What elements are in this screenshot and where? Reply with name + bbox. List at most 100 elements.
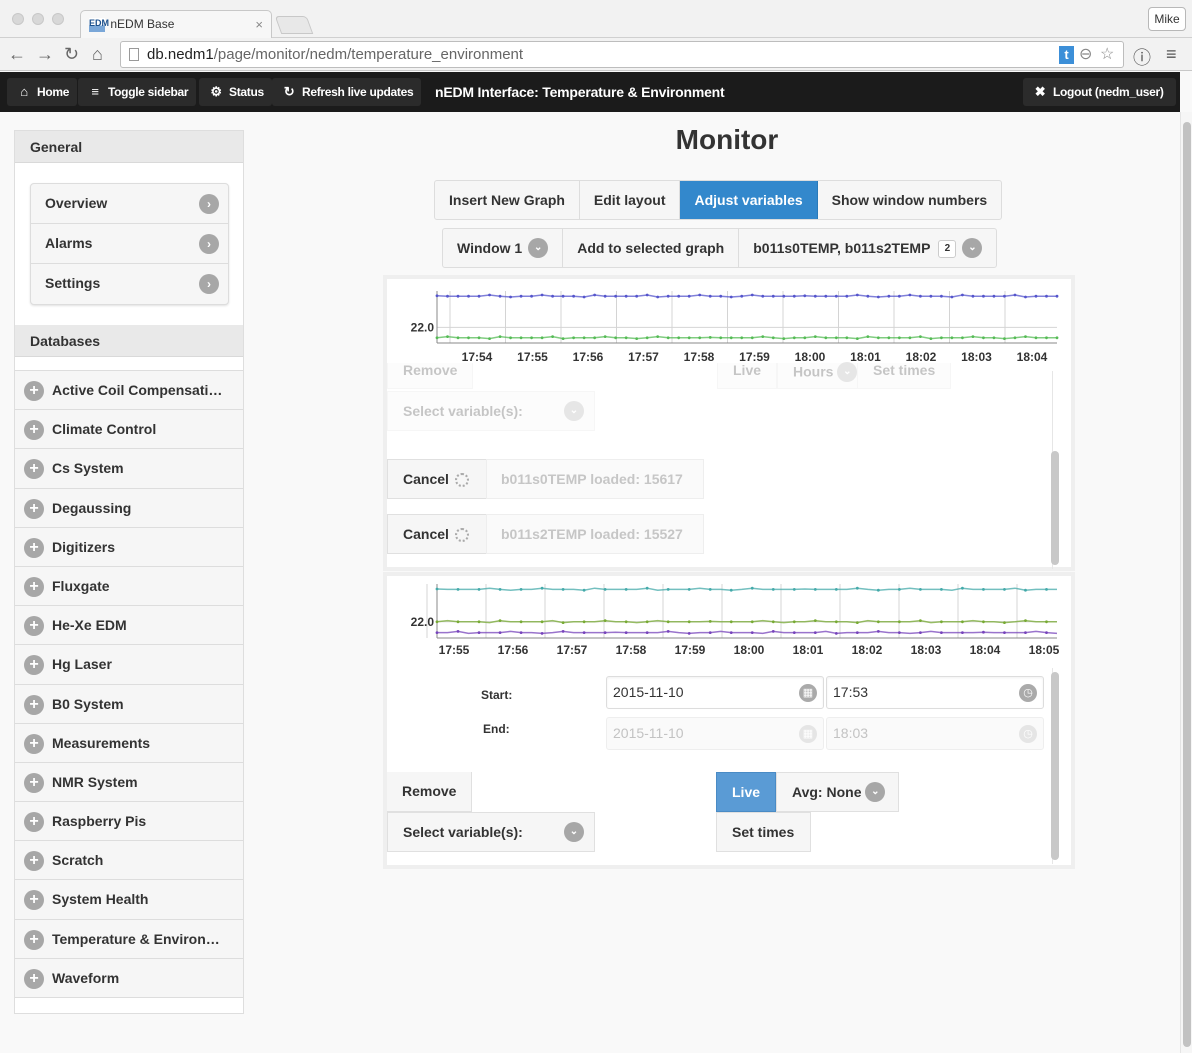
data-point xyxy=(897,336,901,340)
window-minimize-button[interactable] xyxy=(32,13,44,25)
data-point xyxy=(813,631,817,634)
database-item[interactable]: + He-Xe EDM xyxy=(15,606,243,646)
window-close-button[interactable] xyxy=(12,13,24,25)
data-point xyxy=(656,295,660,299)
cancel-load-button[interactable]: Cancel xyxy=(387,459,487,499)
sidebar-item-overview[interactable]: Overview › xyxy=(31,184,228,224)
data-point xyxy=(603,588,607,591)
variables-select[interactable]: b011s0TEMP, b011s2TEMP 2 ⌄ xyxy=(739,229,996,267)
bookmark-star-icon[interactable]: ☆ xyxy=(1100,46,1114,64)
new-tab-button[interactable] xyxy=(274,16,314,34)
database-item[interactable]: + Scratch xyxy=(15,841,243,881)
toggle-sidebar-button[interactable]: ≡ Toggle sidebar xyxy=(78,78,197,106)
database-item[interactable]: + Hg Laser xyxy=(15,645,243,685)
clock-icon[interactable]: ◷ xyxy=(1019,684,1037,702)
data-point xyxy=(918,588,922,591)
start-date-input[interactable]: 2015-11-10 ▦ xyxy=(606,676,824,709)
x-tick-label: 17:57 xyxy=(628,350,659,364)
live-button[interactable]: Live xyxy=(717,363,778,389)
data-point xyxy=(855,337,859,340)
data-point xyxy=(729,620,733,624)
extension-t-icon[interactable]: t xyxy=(1059,46,1074,64)
sidebar-item-settings[interactable]: Settings › xyxy=(31,264,228,304)
database-item[interactable]: + Raspberry Pis xyxy=(15,802,243,842)
database-item[interactable]: + Temperature & Environ… xyxy=(15,919,243,959)
tab-close-icon[interactable]: × xyxy=(255,17,263,32)
home-icon[interactable]: ⌂ xyxy=(92,44,103,64)
show-window-numbers-button[interactable]: Show window numbers xyxy=(818,181,1002,219)
select-variables-dropdown[interactable]: Select variable(s): ⌄ xyxy=(387,812,595,852)
live-button[interactable]: Live xyxy=(716,772,776,812)
set-times-button[interactable]: Set times xyxy=(857,363,952,389)
page-scrollbar-thumb[interactable] xyxy=(1183,122,1191,1047)
plus-icon: + xyxy=(24,772,44,793)
database-item[interactable]: + NMR System xyxy=(15,762,243,803)
adjust-variables-button[interactable]: Adjust variables xyxy=(680,181,818,219)
insert-new-graph-button[interactable]: Insert New Graph xyxy=(435,181,580,219)
browser-tab[interactable]: EDM nEDM Base × xyxy=(80,10,272,38)
data-point xyxy=(624,336,628,340)
window-zoom-button[interactable] xyxy=(52,13,64,25)
edit-layout-button[interactable]: Edit layout xyxy=(580,181,681,219)
page-scrollbar[interactable] xyxy=(1180,112,1192,1053)
x-tick-label: 17:54 xyxy=(462,350,493,364)
data-point xyxy=(603,294,607,298)
back-arrow-icon[interactable]: ← xyxy=(8,44,26,64)
end-date-input[interactable]: 2015-11-10 ▦ xyxy=(606,717,824,750)
profile-button[interactable]: Mike xyxy=(1148,7,1186,31)
data-point xyxy=(645,631,649,634)
database-label: Degaussing xyxy=(52,499,132,516)
end-time-input[interactable]: 18:03 ◷ xyxy=(826,717,1044,750)
add-to-selected-graph-button[interactable]: Add to selected graph xyxy=(563,229,740,267)
database-item[interactable]: + Climate Control xyxy=(15,410,243,450)
plus-icon: + xyxy=(24,537,44,558)
menu-icon[interactable]: ≡ xyxy=(1166,44,1177,65)
select-variables-dropdown[interactable]: Select variable(s): ⌄ xyxy=(387,391,595,431)
data-point xyxy=(845,336,849,340)
database-item[interactable]: + Digitizers xyxy=(15,527,243,567)
data-point xyxy=(708,631,712,634)
graph-2-scrollbar[interactable] xyxy=(1051,672,1059,860)
data-point xyxy=(1055,336,1059,340)
graph-1-scrollbar[interactable] xyxy=(1051,451,1059,565)
calendar-icon[interactable]: ▦ xyxy=(799,684,817,702)
set-times-button[interactable]: Set times xyxy=(716,812,811,852)
data-point xyxy=(729,295,733,299)
cancel-load-button[interactable]: Cancel xyxy=(387,514,487,554)
chevron-down-icon: ⌄ xyxy=(837,362,858,382)
data-point xyxy=(961,620,964,624)
logout-button[interactable]: ✖ Logout (nedm_user) xyxy=(1023,78,1176,106)
remove-button[interactable]: Remove xyxy=(387,363,474,389)
database-item[interactable]: + B0 System xyxy=(15,684,243,724)
database-label: Temperature & Environ… xyxy=(52,930,220,947)
data-point xyxy=(477,294,481,298)
remove-button[interactable]: Remove xyxy=(387,772,473,812)
database-item[interactable]: + Measurements xyxy=(15,723,243,763)
forward-arrow-icon[interactable]: → xyxy=(36,44,54,64)
database-item[interactable]: + System Health xyxy=(15,880,243,920)
data-point xyxy=(687,294,691,298)
home-button[interactable]: ⌂ Home xyxy=(7,78,78,106)
database-item[interactable]: + Fluxgate xyxy=(15,566,243,607)
graph-2-chart[interactable]: 17:55 17:56 17:57 17:58 17:59 18:00 18:01 18:02… xyxy=(387,576,1071,666)
data-point xyxy=(1003,631,1006,634)
graph-1-chart[interactable]: 17:54 17:55 17:56 17:57 17:58 17:59 18:00 18:01… xyxy=(387,279,1071,369)
database-item[interactable]: + Degaussing xyxy=(15,488,243,528)
data-point xyxy=(866,335,870,338)
data-point xyxy=(435,336,439,340)
zoom-out-icon[interactable]: ⊖ xyxy=(1079,46,1092,64)
address-bar[interactable]: db.nedm1/page/monitor/nedm/temperature_e… xyxy=(120,41,1124,68)
window-select[interactable]: Window 1 ⌄ xyxy=(443,229,564,267)
reload-icon[interactable]: ↻ xyxy=(64,44,79,64)
plus-icon: + xyxy=(24,812,44,833)
database-item[interactable]: + Waveform xyxy=(15,958,243,998)
start-time-input[interactable]: 17:53 ◷ xyxy=(826,676,1044,709)
status-button[interactable]: ⚙ Status xyxy=(199,78,272,106)
refresh-live-updates-button[interactable]: ↻ Refresh live updates xyxy=(272,78,422,106)
database-item[interactable]: + Cs System xyxy=(15,449,243,489)
data-point xyxy=(1045,336,1048,340)
info-icon[interactable]: ⓘ xyxy=(1133,44,1151,70)
sidebar-item-alarms[interactable]: Alarms › xyxy=(31,224,228,264)
avg-select[interactable]: Avg: None ⌄ xyxy=(776,772,899,812)
database-item[interactable]: + Active Coil Compensati… xyxy=(15,371,243,411)
